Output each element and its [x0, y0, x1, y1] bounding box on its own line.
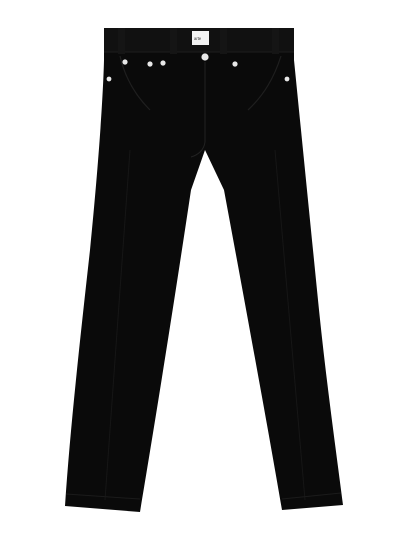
- rivet: [122, 59, 128, 65]
- belt-loop: [118, 28, 125, 54]
- jeans-body: [65, 28, 343, 512]
- rivet: [147, 61, 153, 67]
- rivet: [160, 60, 166, 66]
- brand-label-text: arte: [194, 36, 202, 41]
- rivet: [106, 76, 112, 82]
- black-jeans-image: arte: [65, 28, 343, 512]
- front-button: [201, 53, 209, 61]
- belt-loop: [170, 28, 177, 54]
- rivet: [232, 61, 238, 67]
- product-image-stage: arte: [0, 0, 400, 533]
- belt-loop: [220, 28, 227, 54]
- belt-loop: [272, 28, 279, 54]
- rivet: [284, 76, 290, 82]
